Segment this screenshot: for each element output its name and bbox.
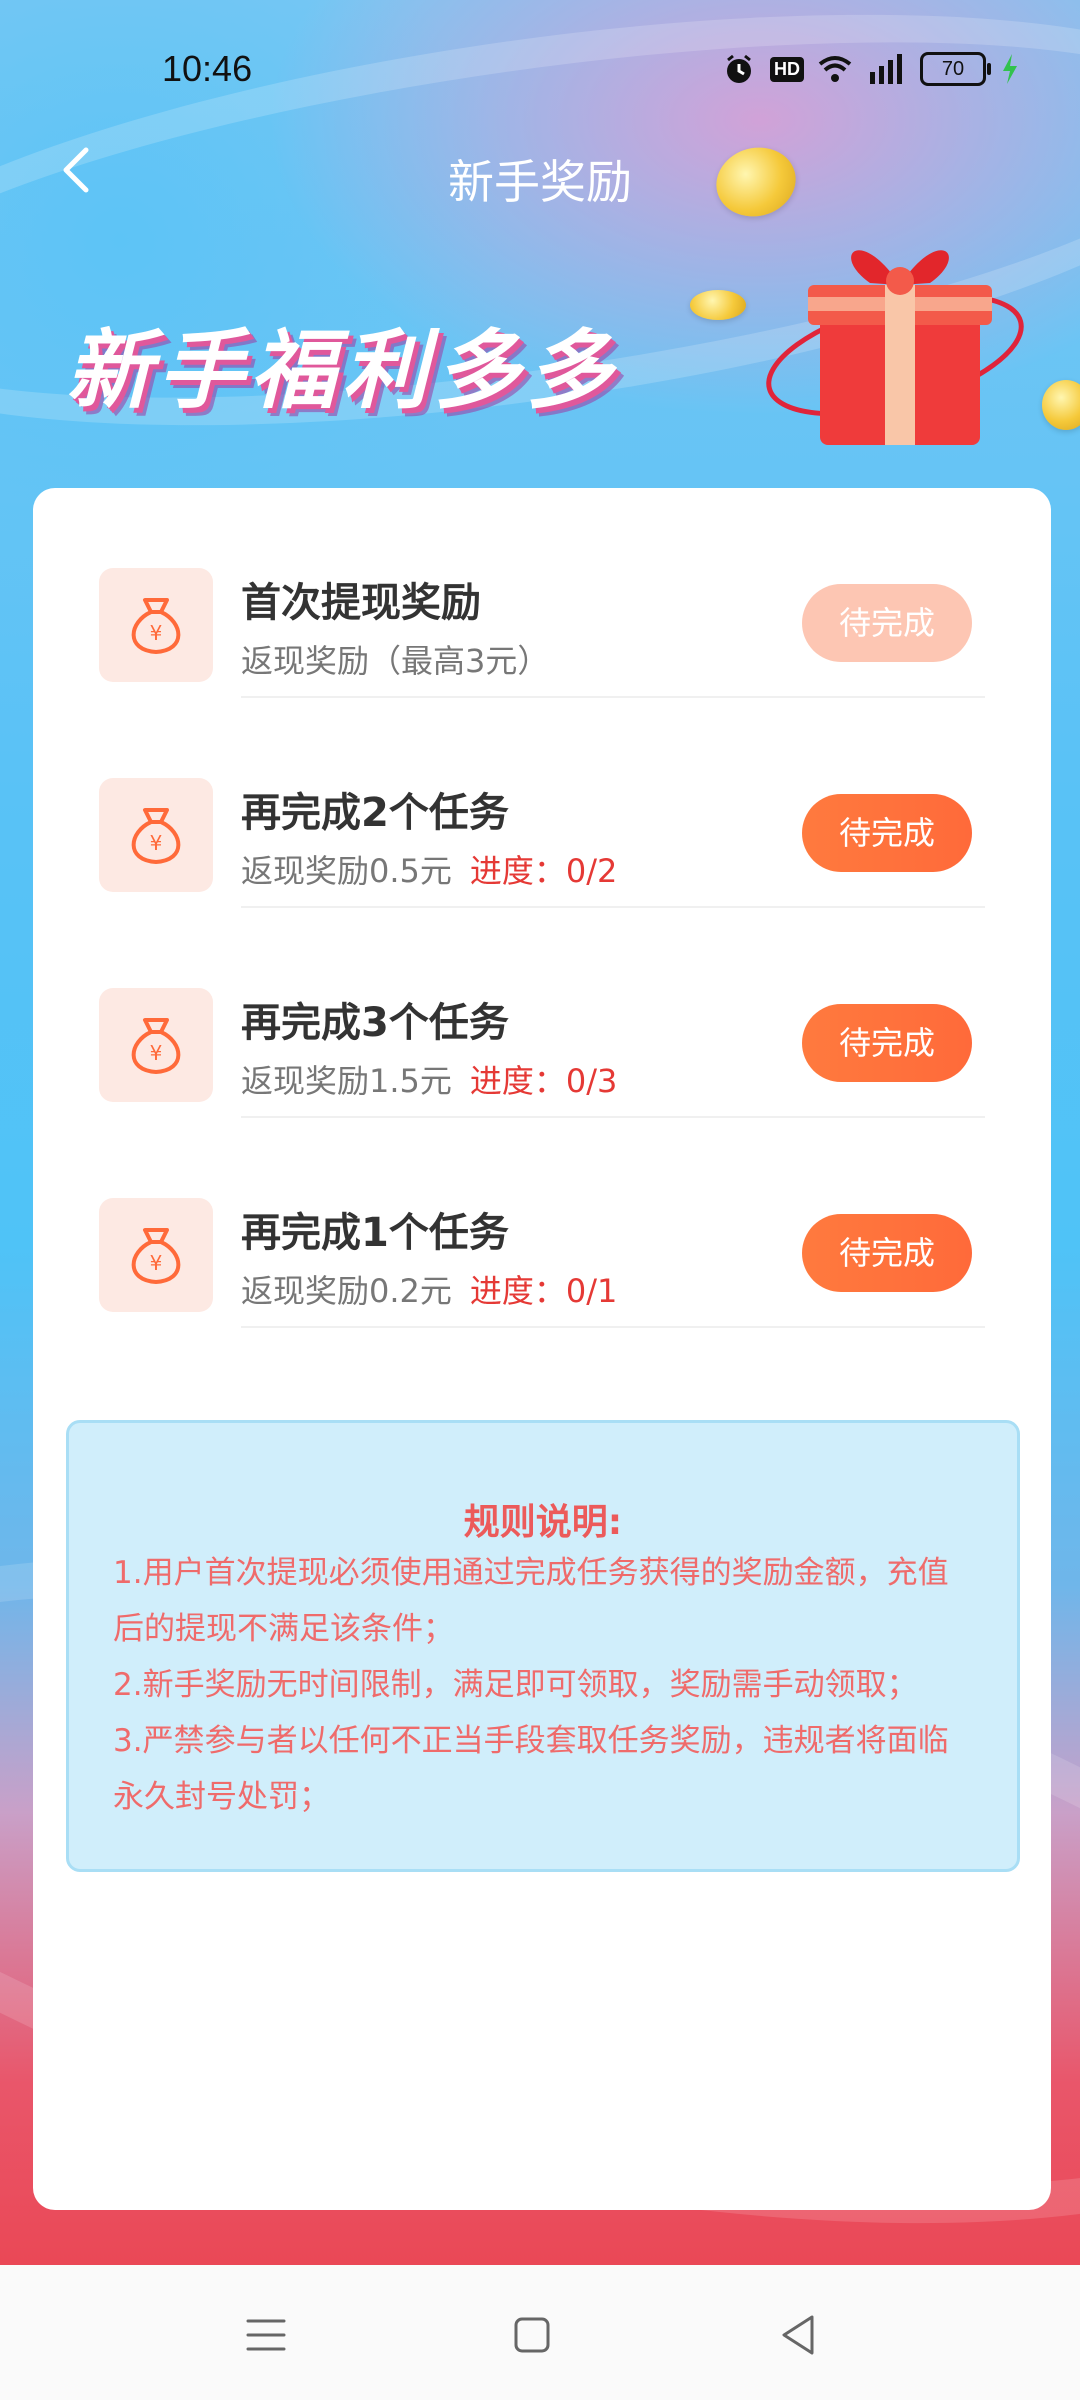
task-status-button[interactable]: 待完成	[802, 794, 972, 872]
task-status-button[interactable]: 待完成	[802, 1004, 972, 1082]
status-bar: 10:46 HD 70	[0, 0, 1080, 140]
money-bag-icon: ¥	[131, 1228, 181, 1284]
task-reward: 返现奖励1.5元	[241, 1062, 452, 1100]
banner-headline: 新手福利多多	[66, 321, 618, 421]
task-title: 再完成2个任务	[241, 790, 509, 836]
rule-line: 1.用户首次提现必须使用通过完成任务获得的奖励金额，充值后的提现不满足该条件；	[113, 1555, 949, 1647]
signal-icon	[870, 54, 902, 84]
task-icon-box: ¥	[99, 568, 213, 682]
task-subtitle: 返现奖励0.5元 进度：0/2	[241, 846, 617, 892]
coin-decoration	[690, 290, 746, 320]
task-item: ¥ 再完成2个任务 返现奖励0.5元 进度：0/2 待完成	[66, 698, 1018, 908]
charging-icon	[1003, 54, 1017, 84]
menu-icon[interactable]	[236, 2305, 296, 2365]
svg-text:¥: ¥	[150, 1251, 163, 1275]
task-title: 再完成3个任务	[241, 1000, 509, 1046]
rules-body: 1.用户首次提现必须使用通过完成任务获得的奖励金额，充值后的提现不满足该条件； …	[113, 1545, 973, 1825]
task-status-button[interactable]: 待完成	[802, 584, 972, 662]
gift-box-illustration	[766, 250, 1024, 445]
task-icon-box: ¥	[99, 988, 213, 1102]
task-item: ¥ 再完成1个任务 返现奖励0.2元 进度：0/1 待完成	[66, 1118, 1018, 1328]
task-subtitle: 返现奖励1.5元 进度：0/3	[241, 1056, 617, 1102]
task-reward: 返现奖励（最高3元）	[241, 642, 550, 680]
money-bag-icon: ¥	[131, 808, 181, 864]
task-reward: 返现奖励0.5元	[241, 852, 452, 890]
task-progress: 进度：0/2	[469, 852, 618, 890]
task-progress: 进度：0/3	[469, 1062, 618, 1100]
divider	[241, 1326, 985, 1328]
task-status-button[interactable]: 待完成	[802, 1214, 972, 1292]
task-title: 再完成1个任务	[241, 1210, 509, 1256]
rewards-card: ¥ 首次提现奖励 返现奖励（最高3元） 待完成 ¥ 再完成2个任务 返现奖励0.…	[33, 488, 1051, 2210]
system-nav-bar	[0, 2265, 1080, 2400]
battery-icon: 70	[920, 52, 991, 86]
task-reward: 返现奖励0.2元	[241, 1272, 452, 1310]
alarm-icon	[727, 54, 751, 83]
svg-text:¥: ¥	[150, 831, 163, 855]
rule-line: 3.严禁参与者以任何不正当手段套取任务奖励，违规者将面临永久封号处罚；	[113, 1723, 949, 1815]
page-title: 新手奖励	[448, 155, 632, 209]
task-icon-box: ¥	[99, 778, 213, 892]
status-time: 10:46	[162, 48, 253, 89]
task-item: ¥ 再完成3个任务 返现奖励1.5元 进度：0/3 待完成	[66, 908, 1018, 1118]
svg-text:¥: ¥	[150, 1041, 163, 1065]
rule-line: 2.新手奖励无时间限制，满足即可领取，奖励需手动领取；	[113, 1667, 918, 1703]
status-icons: HD 70	[722, 52, 1020, 86]
rules-title: 规则说明:	[463, 1502, 623, 1543]
task-title: 首次提现奖励	[241, 580, 481, 626]
task-item: ¥ 首次提现奖励 返现奖励（最高3元） 待完成	[66, 488, 1018, 698]
home-icon[interactable]	[502, 2305, 562, 2365]
rules-box: 规则说明: 1.用户首次提现必须使用通过完成任务获得的奖励金额，充值后的提现不满…	[66, 1420, 1020, 1872]
back-nav-icon[interactable]	[770, 2305, 830, 2365]
task-subtitle: 返现奖励0.2元 进度：0/1	[241, 1266, 617, 1312]
task-progress: 进度：0/1	[469, 1272, 618, 1310]
hd-badge: HD	[770, 56, 804, 82]
wifi-icon	[818, 56, 852, 82]
money-bag-icon: ¥	[131, 598, 181, 654]
money-bag-icon: ¥	[131, 1018, 181, 1074]
svg-text:¥: ¥	[150, 621, 163, 645]
task-subtitle: 返现奖励（最高3元）	[241, 636, 549, 682]
task-icon-box: ¥	[99, 1198, 213, 1312]
